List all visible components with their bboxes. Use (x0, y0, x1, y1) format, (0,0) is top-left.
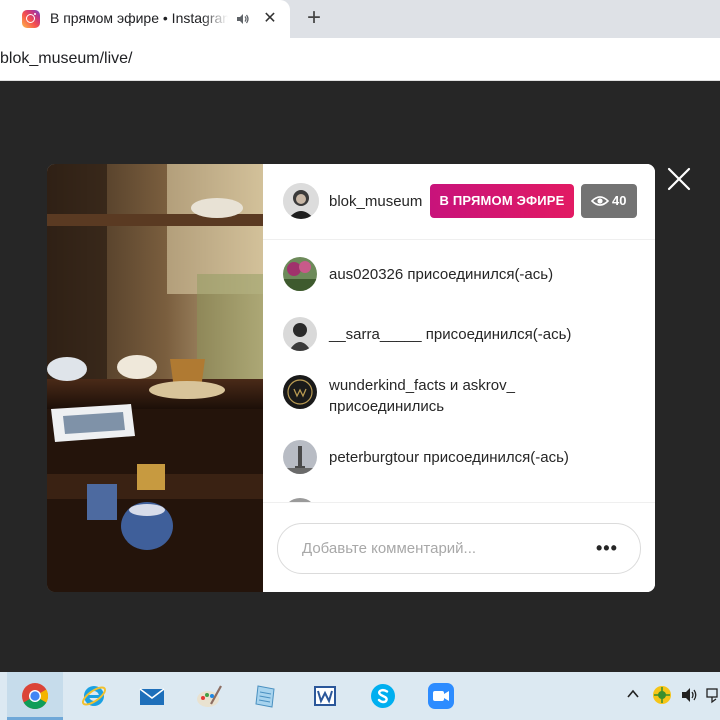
event-text: __sarra_____ присоединился(-ась) (329, 326, 572, 343)
url-text[interactable]: blok_museum/live/ (0, 50, 133, 68)
live-video-frame (47, 164, 263, 592)
live-badge: В ПРЯМОМ ЭФИРЕ (430, 184, 574, 218)
taskbar (0, 672, 720, 720)
volume-icon[interactable] (680, 686, 700, 704)
notepad-icon (255, 685, 275, 708)
viewer-avatar[interactable] (283, 440, 317, 474)
host-avatar[interactable] (283, 183, 319, 219)
live-modal: blok_museum В ПРЯМОМ ЭФИРЕ 40 aus020326 … (47, 164, 655, 592)
network-icon[interactable] (651, 684, 673, 706)
show-hidden-icons-chevron-icon[interactable] (625, 686, 641, 702)
taskbar-skype[interactable] (355, 672, 411, 720)
host-username[interactable]: blok_museum (329, 193, 431, 210)
keyboard-icon[interactable] (705, 686, 720, 704)
new-tab-button[interactable]: + (302, 6, 326, 30)
comment-box[interactable]: ••• (277, 523, 641, 574)
viewer-avatar[interactable] (283, 317, 317, 351)
taskbar-paint[interactable] (181, 672, 237, 720)
event-text: aus020326 присоединился(-ась) (329, 266, 554, 283)
audio-playing-icon[interactable] (236, 12, 250, 26)
live-events-list: aus020326 присоединился(-ась) __sarra___… (263, 240, 655, 502)
eye-icon (591, 196, 609, 206)
mail-icon (139, 688, 165, 705)
viewer-avatar[interactable] (283, 375, 317, 409)
skype-icon (371, 684, 395, 708)
word-icon (314, 686, 336, 706)
taskbar-chrome[interactable] (7, 672, 63, 720)
taskbar-word[interactable] (297, 672, 353, 720)
internet-explorer-icon (81, 686, 107, 706)
close-icon[interactable] (666, 166, 692, 192)
zoom-icon (428, 683, 454, 709)
taskbar-mail[interactable] (124, 672, 180, 720)
viewer-count: 40 (612, 193, 627, 208)
address-bar[interactable]: blok_museum/live/ (0, 38, 720, 81)
live-video[interactable] (47, 164, 263, 592)
close-tab-icon[interactable]: ✕ (261, 10, 279, 28)
viewer-avatar[interactable] (283, 257, 317, 291)
browser-tab[interactable]: В прямом эфире • Instagram ✕ (0, 0, 290, 38)
browser-tab-strip: В прямом эфире • Instagram ✕ + (0, 0, 720, 38)
paint-icon (197, 685, 222, 707)
comment-area: ••• (263, 502, 655, 592)
instagram-favicon-icon (22, 10, 40, 28)
live-header: blok_museum В ПРЯМОМ ЭФИРЕ 40 (263, 164, 655, 240)
event-text: wunderkind_facts и askrov_ присоединилис… (329, 377, 515, 415)
live-side-panel: blok_museum В ПРЯМОМ ЭФИРЕ 40 aus020326 … (263, 164, 655, 592)
event-text: peterburgtour присоединился(-ась) (329, 449, 569, 466)
viewer-count-badge[interactable]: 40 (581, 184, 637, 218)
taskbar-zoom[interactable] (413, 672, 469, 720)
comment-input[interactable] (302, 540, 562, 557)
taskbar-notepad[interactable] (238, 672, 294, 720)
more-options-icon[interactable]: ••• (596, 538, 620, 558)
chrome-icon (22, 683, 49, 710)
tab-title: В прямом эфире • Instagram (50, 10, 228, 26)
taskbar-internet-explorer[interactable] (66, 672, 122, 720)
